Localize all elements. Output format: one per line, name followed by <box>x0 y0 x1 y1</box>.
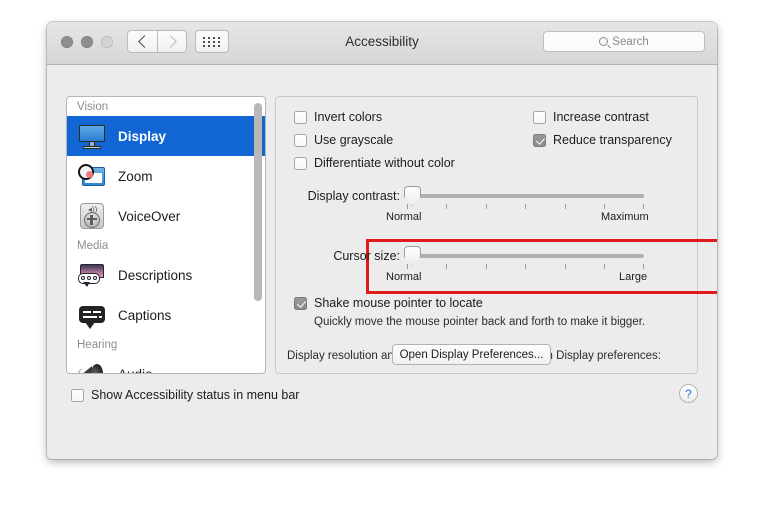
sidebar-item-captions[interactable]: Captions <box>67 295 265 335</box>
checkbox-box[interactable] <box>294 296 307 310</box>
checkbox-label: Reduce transparency <box>553 133 672 147</box>
sidebar-item-label: VoiceOver <box>118 208 181 224</box>
display-contrast-label: Display contrast: <box>307 189 400 203</box>
descriptions-icon <box>77 260 107 290</box>
checkbox-shake-mouse-pointer[interactable]: Shake mouse pointer to locate <box>294 296 483 310</box>
zoom-icon <box>77 161 107 191</box>
checkbox-box[interactable] <box>294 133 307 147</box>
display-contrast-thumb[interactable] <box>404 186 421 206</box>
display-contrast-max-label: Maximum <box>601 211 649 223</box>
checkbox-box[interactable] <box>294 110 307 124</box>
accessibility-preferences-window: Accessibility Search Vision Display Zoom <box>47 22 717 459</box>
checkbox-label: Show Accessibility status in menu bar <box>91 388 300 402</box>
captions-icon <box>77 300 107 330</box>
search-placeholder: Search <box>612 35 649 48</box>
sidebar-item-label: Display <box>118 128 167 144</box>
cursor-size-max-label: Large <box>619 271 648 283</box>
cursor-size-min-label: Normal <box>386 271 422 283</box>
display-contrast-track[interactable] <box>407 194 644 198</box>
sidebar-group-hearing: Hearing <box>77 339 118 351</box>
display-contrast-ticks <box>407 204 644 209</box>
checkbox-reduce-transparency[interactable]: Reduce transparency <box>533 133 672 147</box>
checkbox-invert-colors[interactable]: Invert colors <box>294 110 382 124</box>
cursor-size-ticks <box>407 264 644 269</box>
help-button[interactable]: ? <box>679 384 698 403</box>
cursor-size-track[interactable] <box>407 254 644 258</box>
open-display-preferences-button[interactable]: Open Display Preferences... <box>392 344 551 365</box>
window-titlebar: Accessibility Search <box>47 22 717 65</box>
accessibility-features-sidebar[interactable]: Vision Display Zoom ◂)) VoiceOver Media … <box>66 96 266 374</box>
checkbox-use-grayscale[interactable]: Use grayscale <box>294 133 393 147</box>
checkbox-label: Differentiate without color <box>314 156 455 170</box>
audio-icon <box>77 359 107 373</box>
shake-pointer-description: Quickly move the mouse pointer back and … <box>314 316 646 328</box>
checkbox-box[interactable] <box>71 388 84 402</box>
checkbox-label: Invert colors <box>314 110 383 124</box>
display-settings-panel: Invert colors Use grayscale Differentiat… <box>275 96 717 374</box>
checkbox-box[interactable] <box>294 156 307 170</box>
sidebar-item-label: Audio <box>118 366 153 374</box>
sidebar-scrollbar[interactable] <box>254 101 262 371</box>
window-body: Vision Display Zoom ◂)) VoiceOver Media … <box>47 65 717 459</box>
checkbox-box[interactable] <box>533 133 546 147</box>
sidebar-item-voiceover[interactable]: ◂)) VoiceOver <box>67 196 265 236</box>
search-input[interactable]: Search <box>543 31 705 52</box>
checkbox-label: Increase contrast <box>553 110 649 124</box>
sidebar-group-vision: Vision <box>77 101 109 113</box>
cursor-size-thumb[interactable] <box>404 246 421 266</box>
checkbox-label: Shake mouse pointer to locate <box>314 296 483 310</box>
checkbox-label: Use grayscale <box>314 133 394 147</box>
sidebar-scrollbar-thumb[interactable] <box>254 103 262 301</box>
sidebar-item-descriptions[interactable]: Descriptions <box>67 255 265 295</box>
voiceover-icon: ◂)) <box>77 201 107 231</box>
display-contrast-min-label: Normal <box>386 211 422 223</box>
checkbox-differentiate-without-color[interactable]: Differentiate without color <box>294 156 455 170</box>
checkbox-box[interactable] <box>533 110 546 124</box>
display-icon <box>77 121 107 151</box>
sidebar-item-display[interactable]: Display <box>67 116 265 156</box>
sidebar-item-zoom[interactable]: Zoom <box>67 156 265 196</box>
search-icon <box>599 37 609 46</box>
sidebar-group-media: Media <box>77 240 109 252</box>
checkbox-increase-contrast[interactable]: Increase contrast <box>533 110 649 124</box>
checkbox-show-accessibility-status[interactable]: Show Accessibility status in menu bar <box>71 388 299 402</box>
sidebar-item-audio[interactable]: Audio <box>67 354 265 374</box>
cursor-size-label: Cursor size: <box>333 249 400 263</box>
sidebar-item-label: Captions <box>118 307 172 323</box>
sidebar-item-label: Zoom <box>118 168 153 184</box>
sidebar-item-label: Descriptions <box>118 267 193 283</box>
